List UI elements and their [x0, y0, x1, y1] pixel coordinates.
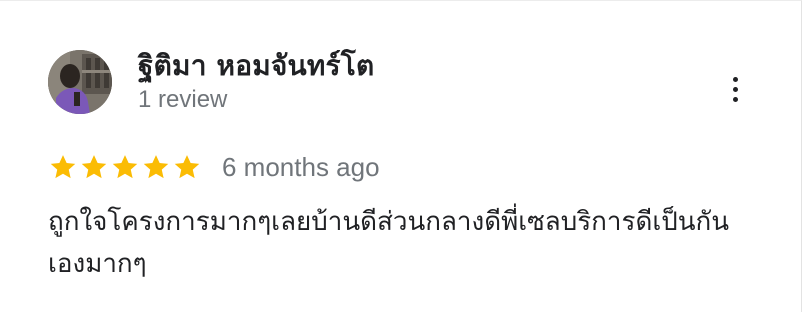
more-vert-icon-dot: [732, 96, 738, 102]
reviewer-name[interactable]: ฐิติมา หอมจันทร์โต: [138, 49, 374, 83]
more-options-button[interactable]: [723, 73, 747, 105]
reviewer-info: ฐิติมา หอมจันทร์โต 1 review: [138, 49, 374, 115]
star-icon: [174, 155, 200, 179]
reviewer-review-count: 1 review: [138, 86, 228, 113]
star-icon: [50, 155, 76, 179]
star-rating: [48, 152, 202, 182]
reviewer-header: ฐิติมา หอมจันทร์โต 1 review: [48, 49, 374, 115]
review-date: 6 months ago: [222, 152, 380, 182]
avatar[interactable]: [48, 50, 112, 114]
star-icon: [143, 155, 169, 179]
more-vert-icon: [732, 76, 738, 82]
star-icon: [81, 155, 107, 179]
review-card: ฐิติมา หอมจันทร์โต 1 review 6 months ago…: [0, 0, 802, 312]
rating-row: 6 months ago: [48, 151, 380, 183]
star-icon: [112, 155, 138, 179]
review-text: ถูกใจโครงการมากๆเลยบ้านดีส่วนกลางดีพี่เซ…: [48, 207, 730, 279]
avatar-photo: [48, 50, 112, 114]
more-vert-icon-dot: [732, 86, 738, 92]
